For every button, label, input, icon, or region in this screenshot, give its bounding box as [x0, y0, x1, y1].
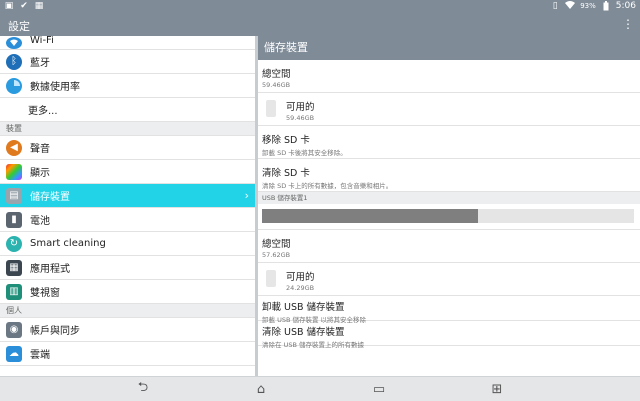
photo-icon: ▦: [34, 1, 44, 11]
usb-usage-track: [262, 209, 634, 223]
status-right: ▯ 93% 5:06: [550, 1, 636, 11]
status-left-icons: ▣ ✔ ▦: [4, 1, 44, 11]
speaker-icon: ◀: [6, 139, 22, 156]
clock: 5:06: [615, 1, 636, 11]
unmount-sd-item[interactable]: 移除 SD 卡 卸載 SD 卡後將其安全移除。: [258, 126, 640, 159]
battery-icon: [601, 1, 611, 11]
available-space-item: 可用的 59.46GB: [258, 93, 640, 126]
recents-icon[interactable]: ▭: [369, 381, 389, 397]
usb-available-swatch: [266, 270, 276, 287]
sidebar-item-label: 雙視窗: [30, 288, 60, 299]
apps-icon: ▦: [6, 259, 22, 276]
erase-sd-label: 清除 SD 卡: [262, 168, 310, 179]
sidebar-item-wifi[interactable]: Wi-Fi: [0, 36, 255, 50]
erase-sd-item[interactable]: 清除 SD 卡 清除 SD 卡上的所有數據，包含音樂和相片。: [258, 159, 640, 192]
overflow-menu-icon[interactable]: ⋮: [622, 17, 634, 31]
sidebar-item-label: 聲音: [30, 144, 50, 155]
sidebar-item-dual-window[interactable]: ▥ 雙視窗: [0, 280, 255, 304]
status-bar: ▣ ✔ ▦ ▯ 93% 5:06: [0, 0, 640, 14]
unmount-usb-item[interactable]: 卸載 USB 儲存裝置 卸載 USB 儲存裝置 以將其安全移除: [258, 296, 640, 324]
battery-icon: ▮: [6, 211, 22, 228]
available-value: 59.46GB: [286, 114, 315, 122]
smart-cleaning-icon: ↻: [6, 235, 22, 252]
home-icon[interactable]: ⌂: [251, 381, 271, 397]
sidebar-item-cloud[interactable]: ☁ 雲端: [0, 342, 255, 366]
erase-usb-label: 清除 USB 儲存裝置: [262, 327, 345, 338]
available-swatch: [266, 100, 276, 117]
usb-available-label: 可用的: [286, 272, 315, 283]
available-label: 可用的: [286, 102, 315, 113]
sidebar-item-bluetooth[interactable]: ᛒ 藍牙: [0, 50, 255, 74]
sidebar-item-label: 帳戶與同步: [30, 326, 80, 337]
sidebar-item-label: 電池: [30, 216, 50, 227]
page-title: 設定: [8, 20, 30, 33]
sidebar-item-label: 藍牙: [30, 58, 50, 69]
erase-usb-desc: 清除在 USB 儲存裝置上的所有數據: [262, 341, 364, 349]
unmount-sd-label: 移除 SD 卡: [262, 135, 310, 146]
total-space-item: 總空間 59.46GB: [258, 60, 640, 93]
unmount-usb-label: 卸載 USB 儲存裝置: [262, 302, 345, 313]
total-space-value: 59.46GB: [262, 81, 291, 89]
sidebar-item-data-usage[interactable]: 數據使用率: [0, 74, 255, 98]
sidebar-item-smart-cleaning[interactable]: ↻ Smart cleaning: [0, 232, 255, 256]
wifi-icon: [6, 36, 22, 49]
sidebar-item-label: 顯示: [30, 168, 50, 179]
image-icon: ▣: [4, 1, 14, 11]
storage-detail-pane: 儲存裝置 總空間 59.46GB 可用的 59.46GB 移除 SD 卡 卸載 …: [258, 36, 640, 376]
sidebar-item-label: Wi-Fi: [30, 36, 54, 46]
action-bar: 設定 ⋮: [0, 14, 640, 36]
sidebar-item-label: 更多...: [28, 106, 58, 117]
usb-available-item: 可用的 24.29GB: [258, 263, 640, 296]
sidebar-item-label: 應用程式: [30, 264, 70, 275]
total-space-label: 總空間: [262, 69, 291, 80]
sidebar-item-label: Smart cleaning: [30, 238, 106, 249]
check-icon: ✔: [20, 1, 28, 11]
storage-icon: ▤: [6, 187, 22, 204]
erase-sd-desc: 清除 SD 卡上的所有數據，包含音樂和相片。: [262, 182, 393, 190]
sidebar-item-sound[interactable]: ◀ 聲音: [0, 136, 255, 160]
usb-total-space-item: 總空間 57.62GB: [258, 230, 640, 263]
sidebar-item-apps[interactable]: ▦ 應用程式: [0, 256, 255, 280]
sidebar-item-accounts[interactable]: ◉ 帳戶與同步: [0, 318, 255, 342]
usb-section-header: USB 儲存裝置1: [258, 192, 640, 204]
usb-usage-bar: [258, 204, 640, 230]
dual-window-icon: ▥: [6, 283, 22, 300]
chevron-right-icon: ›: [244, 189, 249, 202]
sidebar-item-battery[interactable]: ▮ 電池: [0, 208, 255, 232]
dual-window-nav-icon[interactable]: ⊞: [487, 381, 507, 397]
usb-total-label: 總空間: [262, 239, 291, 250]
battery-percent: 93%: [580, 2, 596, 10]
sidebar-item-storage[interactable]: ▤ 儲存裝置 ›: [0, 184, 255, 208]
wifi-icon: [565, 1, 576, 11]
sidebar-item-label: 數據使用率: [30, 82, 80, 93]
erase-usb-item[interactable]: 清除 USB 儲存裝置 清除在 USB 儲存裝置上的所有數據: [258, 321, 640, 349]
unmount-sd-desc: 卸載 SD 卡後將其安全移除。: [262, 149, 347, 157]
data-usage-icon: [6, 77, 22, 94]
accounts-icon: ◉: [6, 321, 22, 338]
navigation-bar: ⮌ ⌂ ▭ ⊞: [0, 376, 640, 401]
back-icon[interactable]: ⮌: [133, 380, 153, 397]
section-header-device: 裝置: [0, 122, 255, 136]
bluetooth-icon: ᛒ: [6, 53, 22, 70]
settings-list: Wi-Fi ᛒ 藍牙 數據使用率 更多... 裝置 ◀ 聲音 顯示 ▤ 儲存裝置…: [0, 36, 255, 376]
sidebar-item-label: 儲存裝置: [30, 192, 70, 203]
sidebar-item-more[interactable]: 更多...: [0, 98, 255, 122]
phone-icon: ▯: [552, 1, 558, 11]
detail-header: 儲存裝置: [258, 36, 640, 60]
cloud-icon: ☁: [6, 345, 22, 362]
sidebar-item-display[interactable]: 顯示: [0, 160, 255, 184]
display-icon: [6, 163, 22, 180]
usb-available-value: 24.29GB: [286, 284, 315, 292]
section-header-personal: 個人: [0, 304, 255, 318]
usb-total-value: 57.62GB: [262, 251, 291, 259]
sidebar-item-label: 雲端: [30, 350, 50, 361]
usb-usage-fill: [262, 209, 478, 223]
